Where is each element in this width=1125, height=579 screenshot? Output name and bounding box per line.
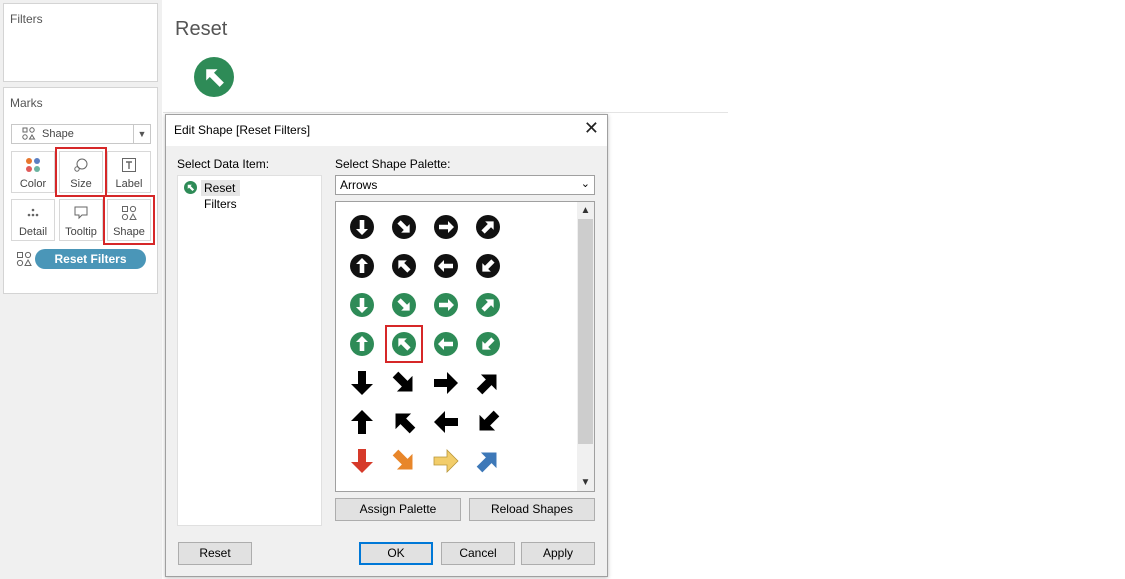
shape-grid[interactable]: ▲ ▼ — [335, 201, 595, 492]
arrow-up-black-icon[interactable] — [347, 407, 377, 437]
select-data-item-label: Select Data Item: — [177, 157, 270, 171]
shapes-icon — [16, 251, 32, 272]
circle-arrow-up-right-green-icon[interactable] — [473, 290, 503, 320]
detail-label: Detail — [18, 226, 48, 238]
marks-card: Marks Shape ▼ Color Size Label Detail To… — [3, 87, 158, 294]
arrow-left-black-icon[interactable] — [431, 407, 461, 437]
arrow-down-right-black-icon[interactable] — [389, 368, 419, 398]
label-button[interactable]: Label — [107, 151, 151, 193]
color-label: Color — [19, 178, 47, 190]
label-label: Label — [115, 178, 143, 190]
arrow-up-right-black-icon[interactable] — [473, 368, 503, 398]
circle-arrow-down-black-icon[interactable] — [347, 212, 377, 242]
cancel-button[interactable]: Cancel — [441, 542, 515, 565]
ok-button[interactable]: OK — [359, 542, 433, 565]
shapes-icon — [22, 127, 36, 143]
data-item-list[interactable]: Reset Filters — [177, 175, 322, 526]
scroll-up-icon[interactable]: ▲ — [577, 202, 594, 219]
chevron-down-icon: ⌄ — [580, 178, 590, 190]
reset-button[interactable]: Reset — [178, 542, 252, 565]
size-icon — [60, 157, 102, 173]
palette-value: Arrows — [340, 178, 378, 192]
shapes-icon — [108, 205, 150, 221]
arrow-down-black-icon[interactable] — [347, 368, 377, 398]
circle-arrow-up-left-green-icon — [184, 181, 197, 194]
arrow-up-right-blue-icon[interactable] — [473, 446, 503, 476]
dialog-titlebar: Edit Shape [Reset Filters] ✕ — [166, 115, 607, 146]
circle-arrow-down-left-black-icon[interactable] — [473, 251, 503, 281]
detail-icon — [12, 205, 54, 221]
size-button[interactable]: Size — [55, 147, 107, 197]
circle-arrow-down-right-black-icon[interactable] — [389, 212, 419, 242]
circle-arrow-down-right-green-icon[interactable] — [389, 290, 419, 320]
tooltip-button[interactable]: Tooltip — [59, 199, 103, 241]
reset-filters-pill[interactable]: Reset Filters — [35, 249, 146, 269]
scroll-thumb[interactable] — [578, 219, 593, 444]
circle-arrow-right-green-icon[interactable] — [431, 290, 461, 320]
circle-arrow-up-left-black-icon[interactable] — [389, 251, 419, 281]
tooltip-icon — [60, 205, 102, 221]
marks-title: Marks — [10, 96, 43, 110]
circle-arrow-down-green-icon[interactable] — [347, 290, 377, 320]
circle-arrow-down-left-green-icon[interactable] — [473, 329, 503, 359]
vertical-scrollbar[interactable]: ▲ ▼ — [577, 202, 594, 491]
mark-type-value: Shape — [42, 128, 74, 140]
filters-card: Filters — [3, 3, 158, 82]
left-shelf-area: Filters Marks Shape ▼ Color Size Label D… — [0, 0, 162, 579]
edit-shape-dialog: Edit Shape [Reset Filters] ✕ Select Data… — [165, 114, 608, 577]
shape-button[interactable]: Shape — [103, 195, 155, 245]
data-item-label: Reset Filters — [201, 180, 240, 211]
apply-button[interactable]: Apply — [521, 542, 595, 565]
shape-palette-select[interactable]: Arrows ⌄ — [335, 175, 595, 195]
mark-type-dropdown[interactable]: Shape ▼ — [11, 124, 151, 144]
circle-arrow-up-left-green-icon[interactable] — [194, 57, 234, 97]
arrow-down-left-black-icon[interactable] — [473, 407, 503, 437]
circle-arrow-up-left-green-icon[interactable] — [385, 325, 423, 363]
circle-arrow-up-black-icon[interactable] — [347, 251, 377, 281]
scroll-down-icon[interactable]: ▼ — [577, 474, 594, 491]
size-label: Size — [70, 178, 92, 190]
arrow-right-black-icon[interactable] — [431, 368, 461, 398]
sheet-title: Reset — [175, 18, 228, 40]
chevron-down-icon: ▼ — [133, 125, 150, 143]
circle-arrow-left-black-icon[interactable] — [431, 251, 461, 281]
arrow-down-red-icon[interactable] — [347, 446, 377, 476]
reload-shapes-button[interactable]: Reload Shapes — [469, 498, 595, 521]
circle-arrow-right-black-icon[interactable] — [431, 212, 461, 242]
arrow-right-yellow-icon[interactable] — [431, 446, 461, 476]
select-shape-palette-label: Select Shape Palette: — [335, 157, 451, 171]
circle-arrow-up-right-black-icon[interactable] — [473, 212, 503, 242]
circle-arrow-up-green-icon[interactable] — [347, 329, 377, 359]
divider — [163, 112, 728, 113]
filters-title: Filters — [10, 12, 43, 26]
assign-palette-button[interactable]: Assign Palette — [335, 498, 461, 521]
dialog-title: Edit Shape [Reset Filters] — [174, 123, 311, 137]
circle-arrow-left-green-icon[interactable] — [431, 329, 461, 359]
close-icon[interactable]: ✕ — [584, 118, 599, 139]
arrow-up-left-black-icon[interactable] — [389, 407, 419, 437]
tooltip-label: Tooltip — [65, 226, 97, 238]
arrow-down-right-orange-icon[interactable] — [389, 446, 419, 476]
text-label-icon — [108, 157, 150, 173]
color-button[interactable]: Color — [11, 151, 55, 193]
shape-label: Shape — [113, 226, 145, 238]
color-icon — [12, 157, 54, 173]
detail-button[interactable]: Detail — [11, 199, 55, 241]
